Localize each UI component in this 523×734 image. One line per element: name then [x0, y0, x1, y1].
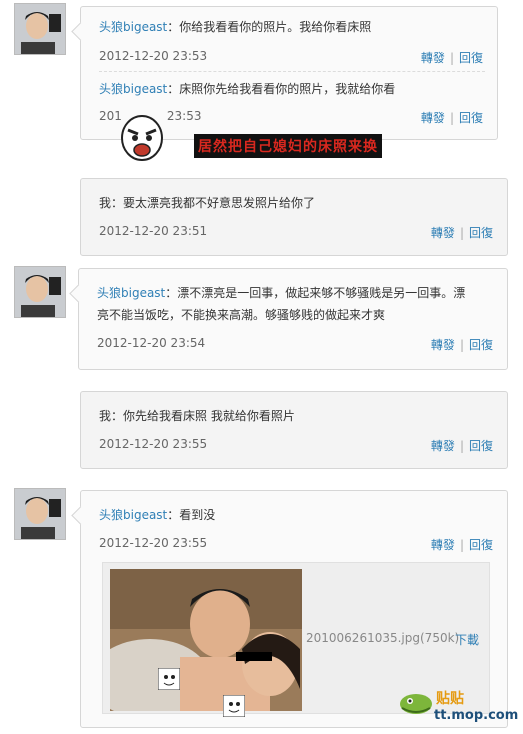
avatar-photo — [15, 4, 65, 54]
message-actions: 轉發 | 回復 — [421, 109, 483, 126]
forward-link[interactable]: 轉發 — [421, 51, 445, 65]
message-bubble: 我：要太漂亮我都不好意思发照片给你了 2012-12-20 23:51 轉發 | 回… — [80, 178, 508, 256]
action-separator: | — [449, 51, 454, 65]
timestamp: 2012-12-20 23:55 — [99, 536, 208, 550]
message-body: ：漂不漂亮是一回事，做起来够不够骚贱是另一回事。漂 — [165, 286, 466, 300]
avatar[interactable] — [14, 488, 66, 540]
meme-face-icon — [158, 668, 180, 690]
avatar-photo — [15, 489, 65, 539]
avatar[interactable] — [14, 266, 66, 318]
attachment-filename[interactable]: 201006261035.jpg(750k) — [306, 631, 459, 645]
username-link[interactable]: 头狼bigeast — [99, 508, 167, 522]
bubble-arrow — [71, 506, 90, 525]
message-bubble: 头狼bigeast：漂不漂亮是一回事，做起来够不够骚贱是另一回事。漂 亮不能当饭… — [69, 268, 508, 370]
username-link[interactable]: 头狼bigeast — [99, 20, 167, 34]
action-separator: | — [449, 111, 454, 125]
message-actions: 轉發 | 回復 — [431, 336, 493, 353]
forward-link[interactable]: 轉發 — [431, 226, 455, 240]
attachment-photo[interactable] — [110, 569, 302, 711]
message-actions: 轉發 | 回復 — [421, 49, 483, 66]
action-separator: | — [459, 226, 464, 240]
action-separator: | — [459, 338, 464, 352]
download-link[interactable]: 下載 — [455, 631, 479, 648]
reply-link[interactable]: 回復 — [469, 226, 493, 240]
username-link[interactable]: 头狼bigeast — [99, 82, 167, 96]
message-text: 头狼bigeast：漂不漂亮是一回事，做起来够不够骚贱是另一回事。漂 — [97, 283, 495, 304]
bubble-arrow — [71, 22, 90, 41]
watermark-cn: 贴贴 — [436, 691, 464, 707]
reply-link[interactable]: 回復 — [469, 338, 493, 352]
message-text: 头狼bigeast：床照你先给我看看你的照片，我就给你看 — [99, 79, 485, 100]
message-body: ：看到没 — [167, 508, 216, 522]
action-separator: | — [459, 439, 464, 453]
message-body: ：你给我看看你的照片。我给你看床照 — [167, 20, 372, 34]
message-body-cont: 亮不能当饭吃，不能换来高潮。够骚够贱的做起来才爽 — [97, 308, 386, 322]
message-actions: 轉發 | 回復 — [431, 437, 493, 454]
reply-link[interactable]: 回復 — [469, 439, 493, 453]
forward-link[interactable]: 轉發 — [421, 111, 445, 125]
message-body: 我：你先给我看床照 我就给你看照片 — [99, 409, 295, 423]
reply-link[interactable]: 回復 — [459, 51, 483, 65]
message-body: ：床照你先给我看看你的照片，我就给你看 — [167, 82, 396, 96]
message-body: 我：要太漂亮我都不好意思发照片给你了 — [99, 196, 316, 210]
forward-link[interactable]: 轉發 — [431, 439, 455, 453]
rage-face-icon — [121, 115, 163, 161]
timestamp: 2012-12-20 23:53 — [99, 49, 208, 63]
photo-image — [110, 569, 302, 711]
message-bubble: 我：你先给我看床照 我就给你看照片 2012-12-20 23:55 轉發 | 回復 — [80, 391, 508, 469]
avatar-photo — [15, 267, 65, 317]
meme-caption: 居然把自己媳妇的床照来换 — [194, 134, 382, 158]
reply-link[interactable]: 回復 — [469, 538, 493, 552]
timestamp: 2012-12-20 23:54 — [97, 336, 206, 350]
reply-link[interactable]: 回復 — [459, 111, 483, 125]
message-text: 头狼bigeast：看到没 — [99, 505, 495, 526]
meme-face-icon — [223, 695, 245, 717]
avatar[interactable] — [14, 3, 66, 55]
action-separator: | — [459, 538, 464, 552]
username-link[interactable]: 头狼bigeast — [97, 286, 165, 300]
timestamp: 2012-12-20 23:51 — [99, 224, 208, 238]
message-actions: 轉發 | 回復 — [431, 536, 493, 553]
mascot-logo-icon — [400, 694, 432, 714]
timestamp: 2012-12-20 23:55 — [99, 437, 208, 451]
message-actions: 轉發 | 回復 — [431, 224, 493, 241]
divider — [99, 71, 485, 72]
message-text: 头狼bigeast：你给我看看你的照片。我给你看床照 — [99, 17, 485, 38]
bubble-arrow — [69, 284, 88, 303]
forward-link[interactable]: 轉發 — [431, 338, 455, 352]
watermark-domain: tt.mop.com — [434, 708, 519, 723]
forward-link[interactable]: 轉發 — [431, 538, 455, 552]
